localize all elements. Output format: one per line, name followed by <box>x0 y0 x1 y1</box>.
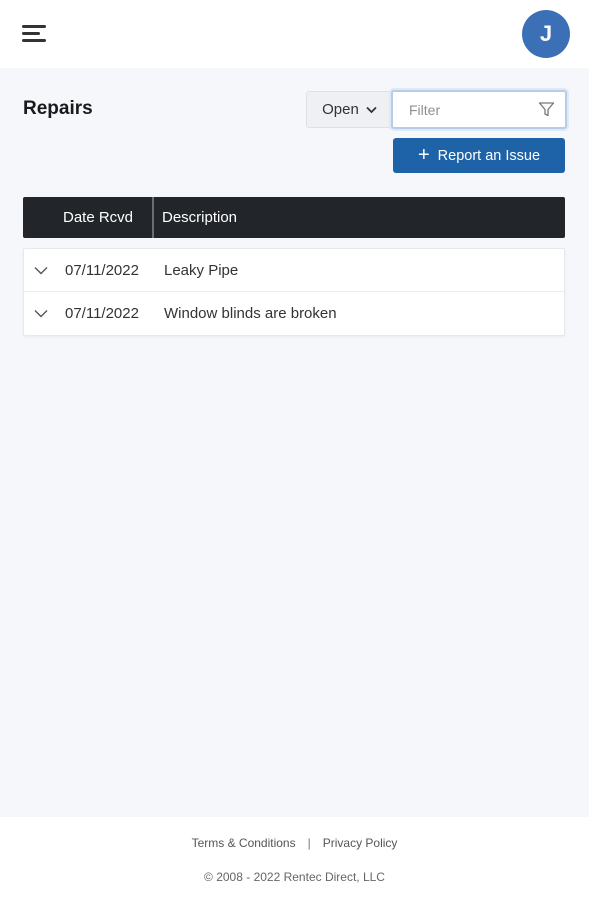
funnel-filter-icon[interactable] <box>538 101 555 118</box>
avatar-initial: J <box>539 21 553 46</box>
top-app-bar: J <box>0 0 589 68</box>
row-description: Window blinds are broken <box>164 305 337 322</box>
chevron-down-icon[interactable] <box>34 309 48 318</box>
user-avatar[interactable]: J <box>522 10 570 58</box>
column-header-description[interactable]: Description <box>162 209 237 226</box>
status-dropdown-value: Open <box>322 101 359 118</box>
status-dropdown[interactable]: Open <box>306 91 392 128</box>
column-header-date-rcvd[interactable]: Date Rcvd <box>63 209 133 226</box>
chevron-down-icon <box>366 106 377 113</box>
report-issue-label: Report an Issue <box>437 147 541 164</box>
page-title: Repairs <box>23 98 93 119</box>
copyright-text: © 2008 - 2022 Rentec Direct, LLC <box>204 870 385 884</box>
repairs-table-body: 07/11/2022 Leaky Pipe 07/11/2022 Window … <box>23 248 565 336</box>
terms-conditions-link[interactable]: Terms & Conditions <box>192 836 296 850</box>
report-issue-button[interactable]: + Report an Issue <box>393 138 565 173</box>
table-row[interactable]: 07/11/2022 Leaky Pipe <box>24 249 564 292</box>
plus-icon: + <box>417 143 430 166</box>
row-description: Leaky Pipe <box>164 262 239 279</box>
row-date: 07/11/2022 <box>65 305 139 322</box>
column-divider <box>152 197 154 238</box>
footer-separator: | <box>307 836 311 850</box>
row-date: 07/11/2022 <box>65 262 139 279</box>
footer-links: Terms & Conditions | Privacy Policy <box>0 836 589 850</box>
hamburger-menu-icon[interactable] <box>22 23 48 45</box>
filter-field[interactable] <box>391 90 567 129</box>
page-footer: Terms & Conditions | Privacy Policy © 20… <box>0 817 589 900</box>
table-row[interactable]: 07/11/2022 Window blinds are broken <box>24 292 564 335</box>
privacy-policy-link[interactable]: Privacy Policy <box>323 836 398 850</box>
chevron-down-icon[interactable] <box>34 266 48 275</box>
repairs-table-header: Date Rcvd Description <box>23 197 565 238</box>
filter-input[interactable] <box>393 92 533 127</box>
